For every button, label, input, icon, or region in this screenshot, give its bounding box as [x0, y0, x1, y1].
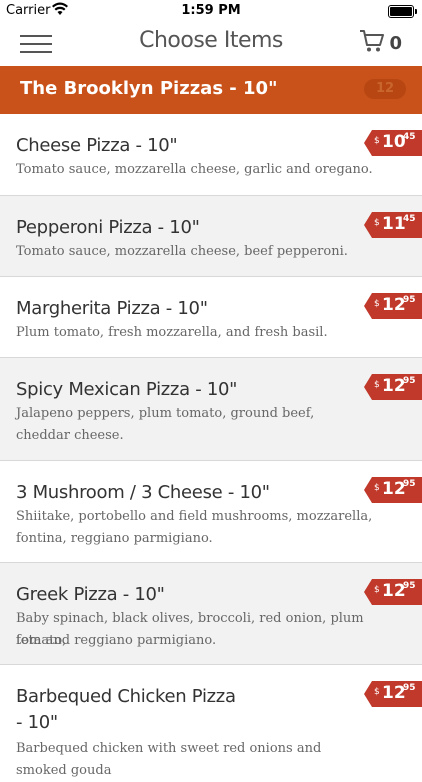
section-header[interactable]: The Brooklyn Pizzas - 10" 12 [0, 66, 422, 114]
menu-item[interactable]: Margherita Pizza - 10" Plum tomato, fres… [0, 277, 422, 358]
price-cents: 95 [403, 295, 416, 305]
menu-item[interactable]: Cheese Pizza - 10" Tomato sauce, mozzare… [0, 114, 422, 196]
item-name: 3 Mushroom / 3 Cheese - 10" [16, 482, 270, 503]
status-time: 1:59 PM [181, 3, 241, 18]
item-description: Jalapeno peppers, plum tomato, ground be… [16, 406, 315, 421]
price-tag: $ 12 95 [364, 681, 422, 707]
price-tag: $ 10 45 [364, 130, 422, 156]
price-cents: 95 [403, 683, 416, 693]
menu-item[interactable]: Pepperoni Pizza - 10" Tomato sauce, mozz… [0, 196, 422, 277]
price-currency: $ [374, 483, 380, 493]
price-tag: $ 12 95 [364, 579, 422, 605]
item-name: Barbequed Chicken Pizza [16, 686, 236, 707]
section-count-badge: 12 [364, 79, 406, 99]
price-currency: $ [374, 585, 380, 595]
item-name: Greek Pizza - 10" [16, 584, 165, 605]
price-currency: $ [374, 136, 380, 146]
item-name: Spicy Mexican Pizza - 10" [16, 379, 238, 400]
price-tag: $ 12 95 [364, 293, 422, 319]
price-cents: 95 [403, 581, 416, 591]
menu-list: Cheese Pizza - 10" Tomato sauce, mozzare… [0, 114, 422, 778]
menu-item[interactable]: 3 Mushroom / 3 Cheese - 10" Shiitake, po… [0, 461, 422, 563]
item-description: Tomato sauce, mozzarella cheese, beef pe… [16, 244, 348, 259]
menu-item[interactable]: Greek Pizza - 10" Baby spinach, black ol… [0, 563, 422, 665]
menu-item[interactable]: Barbequed Chicken Pizza - 10" Barbequed … [0, 665, 422, 778]
cart-icon [359, 29, 385, 58]
item-description: cheddar cheese. [16, 428, 124, 443]
price-tag: $ 12 95 [364, 477, 422, 503]
battery-icon [388, 5, 417, 18]
item-name: Cheese Pizza - 10" [16, 135, 178, 156]
item-description: Barbequed chicken with sweet red onions … [16, 741, 322, 778]
cart-button[interactable]: 0 [359, 29, 402, 58]
price-tag: $ 12 95 [364, 374, 422, 400]
price-currency: $ [374, 687, 380, 697]
item-description: Shiitake, portobello and field mushrooms… [16, 509, 373, 524]
item-name: Pepperoni Pizza - 10" [16, 217, 200, 238]
price-currency: $ [374, 218, 380, 228]
menu-item[interactable]: Spicy Mexican Pizza - 10" Jalapeno peppe… [0, 358, 422, 461]
price-cents: 45 [403, 214, 416, 224]
nav-bar: Choose Items 0 [0, 22, 422, 66]
item-name-continued: - 10" [16, 712, 58, 733]
item-description: Plum tomato, fresh mozzarella, and fresh… [16, 325, 328, 340]
status-bar: Carrier 1:59 PM [0, 0, 422, 22]
item-description: Tomato sauce, mozzarella cheese, garlic … [16, 162, 373, 177]
cart-count: 0 [389, 32, 402, 54]
price-tag: $ 11 45 [364, 212, 422, 238]
price-currency: $ [374, 299, 380, 309]
item-description: feta and reggiano parmigiano. [16, 633, 217, 648]
price-cents: 95 [403, 376, 416, 386]
item-name: Margherita Pizza - 10" [16, 298, 208, 319]
section-title: The Brooklyn Pizzas - 10" [20, 78, 278, 99]
price-cents: 45 [403, 132, 416, 142]
price-cents: 95 [403, 479, 416, 489]
price-currency: $ [374, 380, 380, 390]
item-description: fontina, reggiano parmigiano. [16, 531, 213, 546]
